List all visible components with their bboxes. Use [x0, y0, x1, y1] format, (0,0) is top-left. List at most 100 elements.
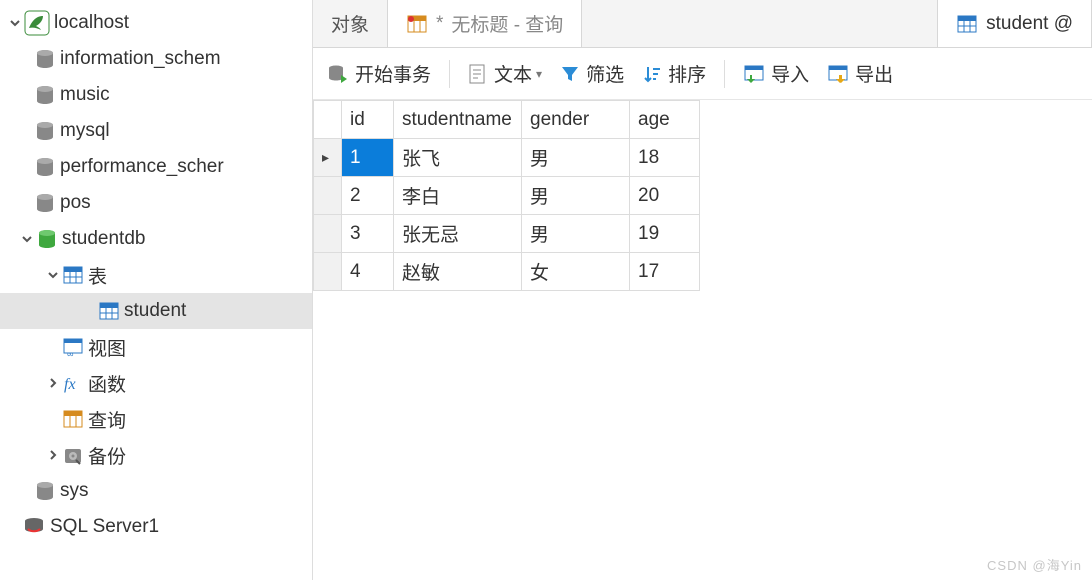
- database-play-icon: [327, 63, 349, 85]
- import-icon: [743, 63, 765, 85]
- functions-folder[interactable]: fx 函数: [0, 365, 312, 401]
- folder-label: 函数: [88, 370, 126, 397]
- cell-gender[interactable]: 男: [522, 139, 630, 177]
- tab-label: 对象: [331, 10, 369, 37]
- database-node[interactable]: information_schem: [0, 41, 312, 77]
- cell-age[interactable]: 20: [630, 177, 700, 215]
- cell-studentname[interactable]: 赵敏: [394, 253, 522, 291]
- database-label: sys: [60, 480, 89, 502]
- database-active-icon: [36, 228, 58, 250]
- table-row[interactable]: 2 李白 男 20: [314, 177, 700, 215]
- chevron-right-icon[interactable]: [44, 449, 62, 461]
- chevron-down-icon[interactable]: [18, 233, 36, 245]
- tab-table[interactable]: student @: [937, 0, 1092, 47]
- connection-label: localhost: [54, 12, 129, 34]
- cell-studentname[interactable]: 张飞: [394, 139, 522, 177]
- cell-id[interactable]: 1: [342, 139, 394, 177]
- svg-text:∞: ∞: [67, 349, 73, 358]
- export-button[interactable]: 导出: [827, 60, 893, 87]
- folder-label: 备份: [88, 442, 126, 469]
- table-row[interactable]: 3 张无忌 男 19: [314, 215, 700, 253]
- import-button[interactable]: 导入: [743, 60, 809, 87]
- text-button[interactable]: 文本 ▾: [468, 60, 542, 87]
- sidebar: localhost information_schem music mysql …: [0, 0, 313, 580]
- chevron-right-icon[interactable]: [44, 377, 62, 389]
- cell-gender[interactable]: 男: [522, 215, 630, 253]
- table-label: student: [124, 300, 186, 322]
- toolbar-label: 文本: [494, 60, 532, 87]
- sqlserver-icon: [22, 515, 46, 539]
- cell-age[interactable]: 19: [630, 215, 700, 253]
- database-label: music: [60, 84, 110, 106]
- connection-label: SQL Server1: [50, 516, 159, 538]
- row-marker: [314, 177, 342, 215]
- folder-label: 查询: [88, 406, 126, 433]
- database-node-active[interactable]: studentdb: [0, 221, 312, 257]
- sort-icon: [642, 64, 662, 84]
- database-node[interactable]: sys: [0, 473, 312, 509]
- cell-gender[interactable]: 女: [522, 253, 630, 291]
- cell-gender[interactable]: 男: [522, 177, 630, 215]
- connection-node-sqlserver[interactable]: SQL Server1: [0, 509, 312, 545]
- chevron-down-icon[interactable]: [44, 269, 62, 281]
- database-label: studentdb: [62, 228, 145, 250]
- database-icon: [34, 156, 56, 178]
- sort-button[interactable]: 排序: [642, 60, 706, 87]
- tab-query-prefix: *: [436, 13, 443, 35]
- database-icon: [34, 192, 56, 214]
- toolbar-label: 导出: [855, 60, 893, 87]
- data-grid[interactable]: id studentname gender age ▸ 1 张飞 男 18: [313, 100, 1092, 291]
- cell-id[interactable]: 2: [342, 177, 394, 215]
- toolbar-label: 导入: [771, 60, 809, 87]
- cell-studentname[interactable]: 李白: [394, 177, 522, 215]
- cell-id[interactable]: 4: [342, 253, 394, 291]
- text-file-icon: [468, 63, 488, 85]
- column-header[interactable]: id: [342, 101, 394, 139]
- database-node[interactable]: mysql: [0, 113, 312, 149]
- query-icon: [406, 13, 428, 35]
- connection-node[interactable]: localhost: [0, 5, 312, 41]
- filter-button[interactable]: 筛选: [560, 60, 624, 87]
- tab-objects[interactable]: 对象: [313, 0, 388, 47]
- cell-id[interactable]: 3: [342, 215, 394, 253]
- table-icon: [62, 264, 84, 286]
- filter-icon: [560, 64, 580, 84]
- database-label: mysql: [60, 120, 110, 142]
- chevron-down-icon[interactable]: [6, 17, 24, 29]
- begin-transaction-button[interactable]: 开始事务: [327, 60, 431, 87]
- queries-folder[interactable]: 查询: [0, 401, 312, 437]
- cell-age[interactable]: 17: [630, 253, 700, 291]
- column-header[interactable]: gender: [522, 101, 630, 139]
- cell-age[interactable]: 18: [630, 139, 700, 177]
- tables-folder[interactable]: 表: [0, 257, 312, 293]
- tab-bar: 对象 * 无标题 - 查询 student @: [313, 0, 1092, 48]
- table-node-student[interactable]: student: [0, 293, 312, 329]
- toolbar-label: 筛选: [586, 60, 624, 87]
- backups-folder[interactable]: 备份: [0, 437, 312, 473]
- table-icon: [956, 13, 978, 35]
- row-marker-header: [314, 101, 342, 139]
- database-node[interactable]: performance_scher: [0, 149, 312, 185]
- row-marker: [314, 253, 342, 291]
- column-header[interactable]: studentname: [394, 101, 522, 139]
- database-node[interactable]: music: [0, 77, 312, 113]
- database-label: performance_scher: [60, 156, 224, 178]
- table-icon: [98, 300, 120, 322]
- database-node[interactable]: pos: [0, 185, 312, 221]
- tab-query-label: 无标题 - 查询: [451, 10, 563, 37]
- views-folder[interactable]: ∞ 视图: [0, 329, 312, 365]
- database-icon: [34, 480, 56, 502]
- folder-label: 视图: [88, 334, 126, 361]
- tab-query[interactable]: * 无标题 - 查询: [388, 0, 582, 47]
- database-label: information_schem: [60, 48, 221, 70]
- toolbar-label: 排序: [668, 60, 706, 87]
- column-header[interactable]: age: [630, 101, 700, 139]
- connection-tree: localhost information_schem music mysql …: [0, 0, 312, 550]
- main-area: 对象 * 无标题 - 查询 student @ 开始事务 文本 ▾: [313, 0, 1092, 580]
- svg-text:fx: fx: [64, 376, 76, 393]
- database-icon: [34, 120, 56, 142]
- table-row[interactable]: 4 赵敏 女 17: [314, 253, 700, 291]
- cell-studentname[interactable]: 张无忌: [394, 215, 522, 253]
- toolbar-separator: [449, 60, 450, 88]
- table-row[interactable]: ▸ 1 张飞 男 18: [314, 139, 700, 177]
